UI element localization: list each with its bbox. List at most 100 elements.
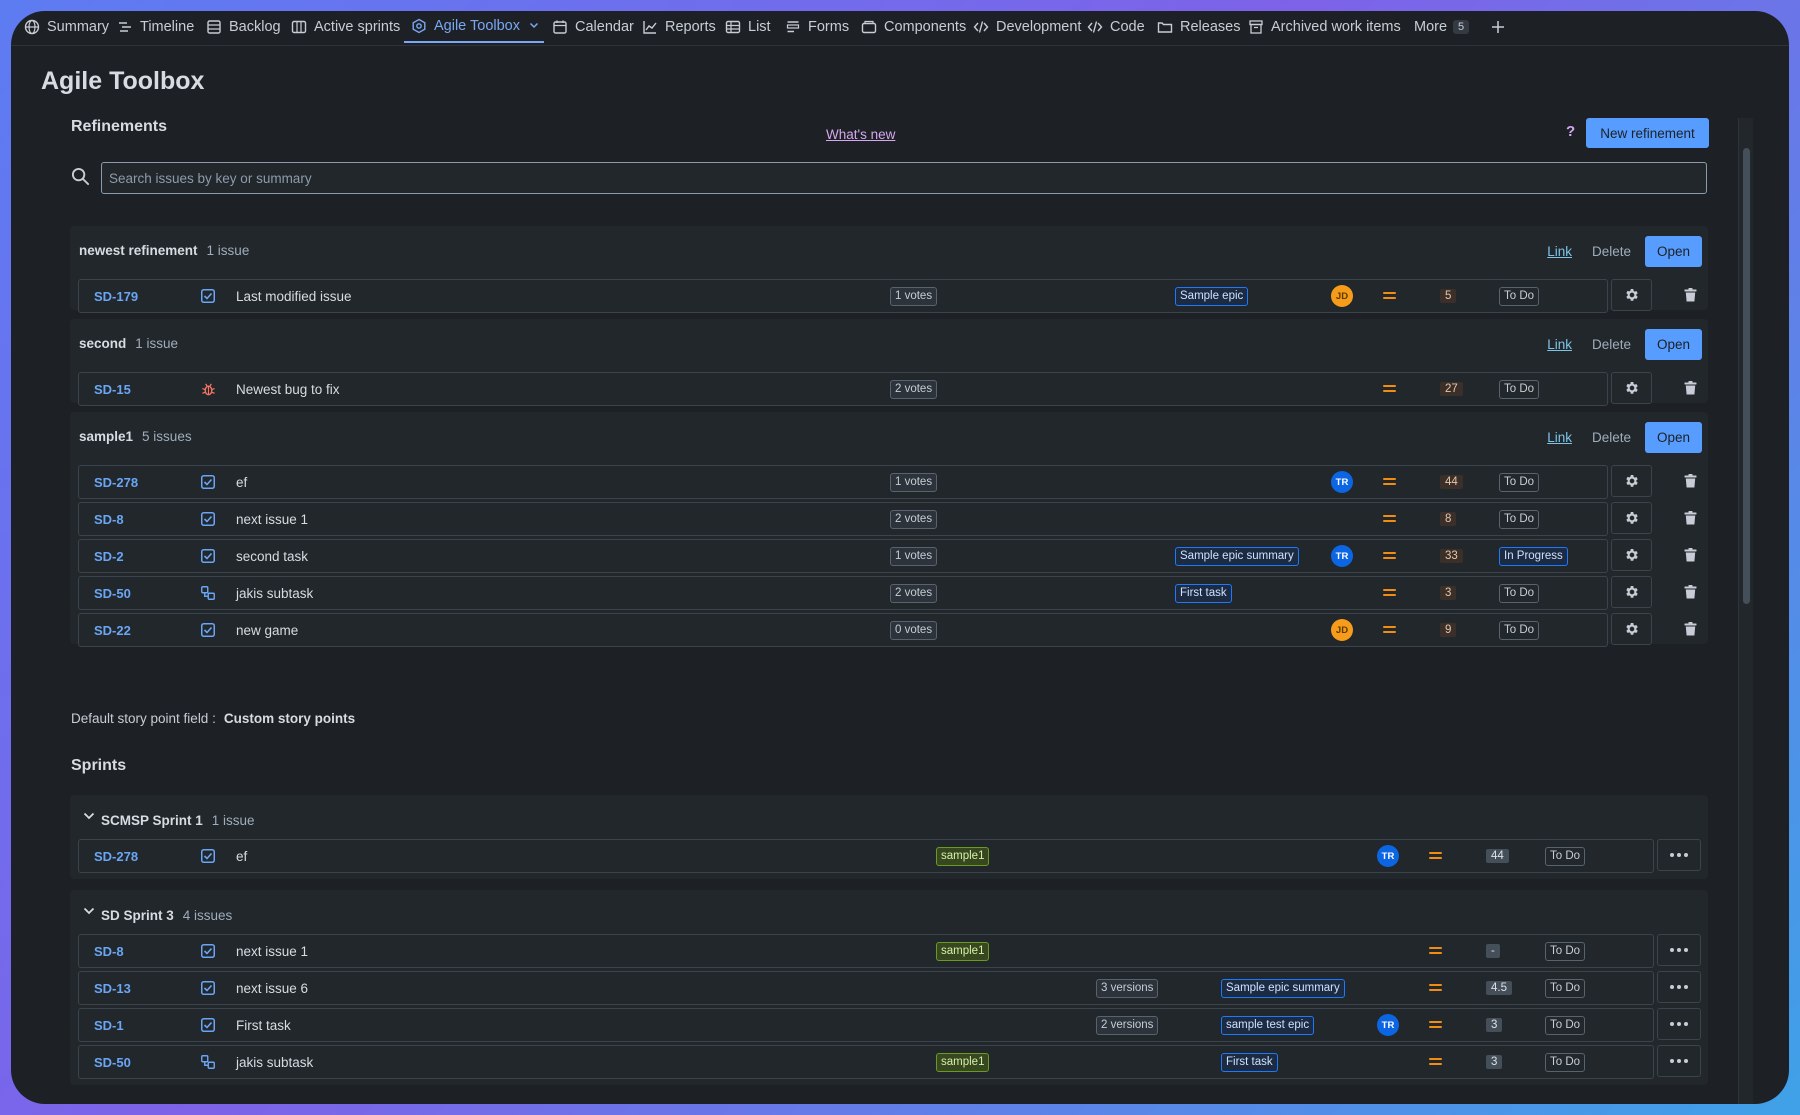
status-lozenge[interactable]: To Do <box>1499 509 1540 529</box>
epic-lozenge[interactable]: First task <box>1221 1052 1278 1072</box>
trash-icon[interactable] <box>1679 544 1701 566</box>
versions-badge[interactable]: 2 versions <box>1096 1015 1159 1035</box>
trash-icon[interactable] <box>1679 507 1701 529</box>
nav-tab-agile-toolbox[interactable]: Agile Toolbox <box>404 11 544 43</box>
nav-tab-archived-work-items[interactable]: Archived work items <box>1248 11 1401 43</box>
open-button[interactable]: Open <box>1645 422 1702 453</box>
issue-key[interactable]: SD-15 <box>94 382 131 397</box>
issue-row[interactable]: SD-278 ef 1 votes TR 44 To Do <box>78 465 1608 499</box>
issue-key[interactable]: SD-50 <box>94 586 131 601</box>
more-actions-icon[interactable] <box>1657 839 1701 871</box>
issue-row[interactable]: SD-278 ef sample1 TR 44 To Do <box>78 839 1654 873</box>
search-input[interactable] <box>101 162 1707 194</box>
status-lozenge[interactable]: To Do <box>1545 978 1586 998</box>
trash-icon[interactable] <box>1679 470 1701 492</box>
status-lozenge[interactable]: To Do <box>1499 583 1540 603</box>
more-actions-icon[interactable] <box>1657 971 1701 1003</box>
story-points[interactable]: 5 <box>1440 289 1457 303</box>
issue-key[interactable]: SD-1 <box>94 1018 124 1033</box>
settings-gear-icon[interactable] <box>1611 576 1652 608</box>
issue-key[interactable]: SD-8 <box>94 512 124 527</box>
assignee-avatar[interactable]: JD <box>1331 619 1353 641</box>
issue-key[interactable]: SD-50 <box>94 1055 131 1070</box>
nav-tab-forms[interactable]: Forms <box>785 11 849 43</box>
issue-key[interactable]: SD-2 <box>94 549 124 564</box>
more-actions-icon[interactable] <box>1657 934 1701 966</box>
link-button[interactable]: Link <box>1547 337 1572 352</box>
status-lozenge[interactable]: In Progress <box>1499 546 1568 566</box>
versions-badge[interactable]: 3 versions <box>1096 978 1159 998</box>
scrollbar-thumb[interactable] <box>1743 148 1750 604</box>
issue-row[interactable]: SD-1 First task 2 versions sample test epic… <box>78 1008 1654 1042</box>
issue-row[interactable]: SD-22 new game 0 votes JD 9 To Do <box>78 613 1608 647</box>
issue-key[interactable]: SD-179 <box>94 289 138 304</box>
issue-key[interactable]: SD-22 <box>94 623 131 638</box>
nav-tab-timeline[interactable]: Timeline <box>117 11 194 43</box>
chevron-down-icon[interactable] <box>529 18 539 34</box>
whats-new-link[interactable]: What's new <box>826 127 895 142</box>
status-lozenge[interactable]: To Do <box>1545 1052 1586 1072</box>
settings-gear-icon[interactable] <box>1611 279 1652 311</box>
story-points[interactable]: 9 <box>1440 623 1457 637</box>
nav-tab-active-sprints[interactable]: Active sprints <box>291 11 400 43</box>
status-lozenge[interactable]: To Do <box>1545 1015 1586 1035</box>
delete-button[interactable]: Delete <box>1592 337 1631 352</box>
status-lozenge[interactable]: To Do <box>1499 286 1540 306</box>
epic-lozenge[interactable]: Sample epic summary <box>1175 546 1299 566</box>
more-actions-icon[interactable] <box>1657 1045 1701 1077</box>
nav-tab-list[interactable]: List <box>725 11 771 43</box>
nav-tab-components[interactable]: Components <box>861 11 966 43</box>
trash-icon[interactable] <box>1679 581 1701 603</box>
link-button[interactable]: Link <box>1547 244 1572 259</box>
more-actions-icon[interactable] <box>1657 1008 1701 1040</box>
settings-gear-icon[interactable] <box>1611 613 1652 645</box>
story-points[interactable]: 44 <box>1440 475 1463 489</box>
issue-key[interactable]: SD-278 <box>94 475 138 490</box>
nav-tab-backlog[interactable]: Backlog <box>206 11 281 43</box>
issue-row[interactable]: SD-15 Newest bug to fix 2 votes 27 To Do <box>78 372 1608 406</box>
refinement-lozenge[interactable]: sample1 <box>936 846 990 866</box>
open-button[interactable]: Open <box>1645 236 1702 267</box>
assignee-avatar[interactable]: TR <box>1377 845 1399 867</box>
epic-lozenge[interactable]: Sample epic summary <box>1221 978 1345 998</box>
nav-more-button[interactable]: More 5 <box>1414 11 1470 43</box>
nav-tab-releases[interactable]: Releases <box>1157 11 1240 43</box>
nav-tab-code[interactable]: Code <box>1087 11 1145 43</box>
open-button[interactable]: Open <box>1645 329 1702 360</box>
chevron-down-icon[interactable] <box>83 809 95 821</box>
refinement-lozenge[interactable]: sample1 <box>936 1052 990 1072</box>
issue-key[interactable]: SD-278 <box>94 849 138 864</box>
settings-gear-icon[interactable] <box>1611 372 1652 404</box>
status-lozenge[interactable]: To Do <box>1499 620 1540 640</box>
issue-row[interactable]: SD-50 jakis subtask 2 votes First task 3 To D… <box>78 576 1608 610</box>
nav-tab-summary[interactable]: Summary <box>24 11 109 43</box>
trash-icon[interactable] <box>1679 377 1701 399</box>
issue-row[interactable]: SD-8 next issue 1 2 votes 8 To Do <box>78 502 1608 536</box>
assignee-avatar[interactable]: TR <box>1331 545 1353 567</box>
epic-lozenge[interactable]: First task <box>1175 583 1232 603</box>
trash-icon[interactable] <box>1679 618 1701 640</box>
scrollbar[interactable] <box>1738 118 1753 1104</box>
issue-row[interactable]: SD-2 second task 1 votes Sample epic summar… <box>78 539 1608 573</box>
story-points[interactable]: 3 <box>1486 1055 1503 1069</box>
story-points[interactable]: 3 <box>1440 586 1457 600</box>
epic-lozenge[interactable]: sample test epic <box>1221 1015 1315 1035</box>
status-lozenge[interactable]: To Do <box>1545 846 1586 866</box>
issue-row[interactable]: SD-13 next issue 6 3 versions Sample epic s… <box>78 971 1654 1005</box>
nav-tab-development[interactable]: Development <box>973 11 1081 43</box>
epic-lozenge[interactable]: Sample epic <box>1175 286 1249 306</box>
refinement-lozenge[interactable]: sample1 <box>936 941 990 961</box>
story-points[interactable]: 4.5 <box>1486 981 1512 995</box>
status-lozenge[interactable]: To Do <box>1499 472 1540 492</box>
nav-tab-calendar[interactable]: Calendar <box>552 11 634 43</box>
story-points[interactable]: 33 <box>1440 549 1463 563</box>
story-points[interactable]: 44 <box>1486 849 1509 863</box>
assignee-avatar[interactable]: JD <box>1331 285 1353 307</box>
delete-button[interactable]: Delete <box>1592 430 1631 445</box>
issue-row[interactable]: SD-8 next issue 1 sample1 - To Do <box>78 934 1654 968</box>
issue-key[interactable]: SD-13 <box>94 981 131 996</box>
issue-key[interactable]: SD-8 <box>94 944 124 959</box>
delete-button[interactable]: Delete <box>1592 244 1631 259</box>
story-points[interactable]: 27 <box>1440 382 1463 396</box>
story-points[interactable]: - <box>1486 944 1500 958</box>
